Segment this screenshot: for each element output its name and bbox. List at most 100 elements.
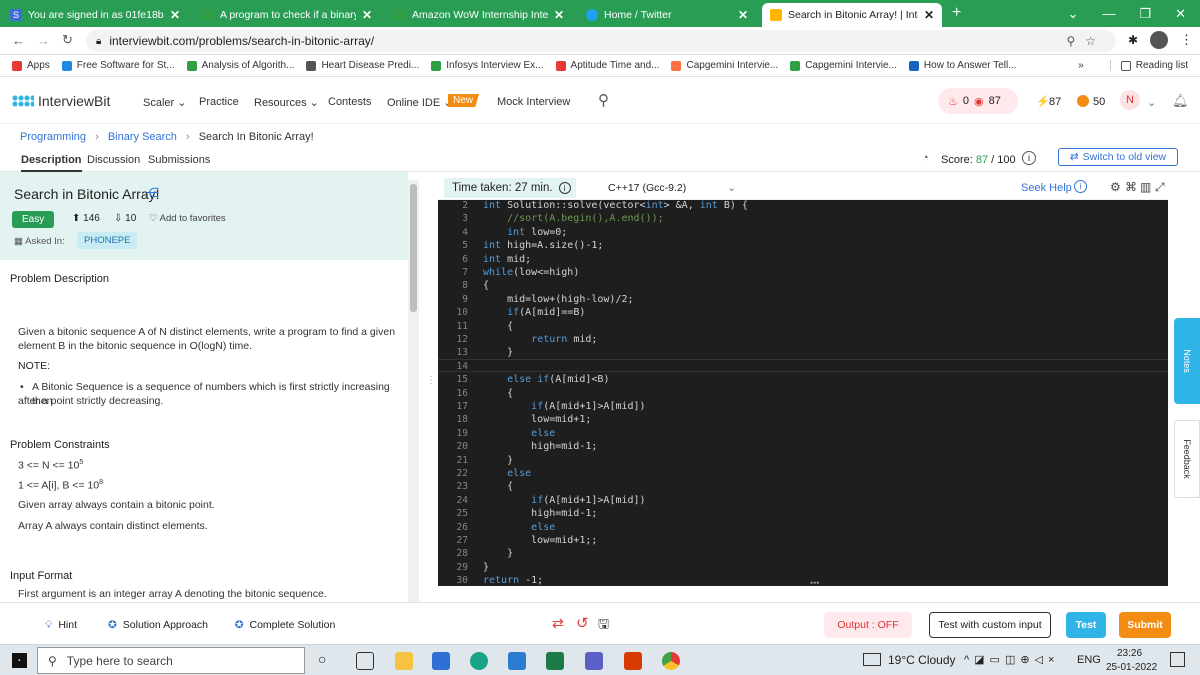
favorite-button[interactable]: ♡ Add to favorites [149, 213, 226, 224]
close-icon[interactable]: ✕ [170, 8, 180, 22]
code-line[interactable]: else [483, 468, 531, 479]
menu-icon[interactable]: ⋮ [1180, 32, 1193, 48]
notes-tab[interactable]: Notes [1174, 318, 1200, 404]
nav-contests[interactable]: Contests [328, 96, 371, 108]
notification-icon[interactable] [1170, 652, 1185, 667]
close-icon[interactable]: ✕ [362, 8, 372, 22]
drag-handle-icon[interactable]: ⋮ [426, 376, 436, 386]
bookmark[interactable]: Capgemini Intervie... [671, 60, 778, 71]
logo[interactable]: InterviewBit [12, 93, 110, 109]
seek-help-button[interactable]: Seek Help [1021, 182, 1072, 194]
extensions-icon[interactable]: ✱ [1128, 33, 1138, 47]
taskbar-search[interactable]: ⚲ Type here to search [37, 647, 305, 674]
layout-icon[interactable]: ▥ [1140, 180, 1151, 194]
bookmark[interactable]: Analysis of Algorith... [186, 60, 294, 71]
solution-approach-button[interactable]: ✪ Solution Approach [102, 612, 214, 638]
search-icon[interactable]: ⚲ [598, 91, 609, 109]
code-line[interactable]: if(A[mid+1]>A[mid]) [483, 495, 645, 506]
breadcrumb-programming[interactable]: Programming [20, 131, 86, 143]
close-icon[interactable]: ✕ [738, 8, 748, 22]
upvote-button[interactable]: ⬆ 146 [72, 213, 100, 224]
code-line[interactable]: int Solution::solve(vector<int> &A, int … [483, 200, 748, 211]
code-line[interactable]: low=mid+1;; [483, 535, 597, 546]
minimize-icon[interactable]: — [1102, 6, 1115, 21]
close-window-icon[interactable]: ✕ [1175, 6, 1186, 22]
code-line[interactable]: } [483, 548, 513, 559]
scrollbar-thumb[interactable] [410, 184, 417, 312]
feedback-tab[interactable]: Feedback [1174, 420, 1200, 498]
restore-icon[interactable]: ❐ [1139, 6, 1151, 22]
code-line[interactable]: { [483, 280, 489, 291]
browser-tab[interactable]: Amazon WoW Internship Intervie... ✕ [386, 3, 572, 27]
search-icon[interactable]: ⚲☆ [1066, 34, 1106, 48]
info-icon[interactable]: i [1022, 151, 1036, 165]
code-line[interactable]: mid=low+(high-low)/2; [483, 294, 633, 305]
bookmarks-more-icon[interactable]: » [1078, 60, 1084, 71]
code-line[interactable]: } [483, 347, 513, 358]
close-icon[interactable]: ✕ [924, 8, 934, 22]
switch-view-button[interactable]: ⇄ Switch to old view [1058, 148, 1178, 166]
custom-input-button[interactable]: Test with custom input [929, 612, 1051, 638]
fullscreen-icon[interactable]: ⤢ [1155, 180, 1165, 195]
cortana-icon[interactable]: ○ [318, 651, 326, 667]
office-icon[interactable] [624, 652, 642, 670]
file-explorer-icon[interactable] [395, 652, 413, 670]
user-avatar[interactable]: N [1120, 90, 1140, 110]
output-toggle[interactable]: Output : OFF [824, 612, 912, 638]
back-icon[interactable]: ← [12, 33, 25, 48]
streak-widget[interactable]: ♨ 0 ◉ 87 [938, 88, 1018, 114]
code-line[interactable]: int low=0; [483, 227, 567, 238]
browser-tab[interactable]: S You are signed in as 01fe18bcs1... ✕ [2, 3, 188, 27]
submit-button[interactable]: Submit [1119, 612, 1171, 638]
settings-icon[interactable]: ⚙ [1110, 180, 1121, 194]
weather-text[interactable]: 19°C Cloudy [888, 653, 956, 667]
language-indicator[interactable]: ENG [1077, 654, 1101, 666]
code-line[interactable]: { [483, 481, 513, 492]
new-tab-button[interactable]: + [952, 4, 961, 22]
info-icon[interactable]: i [558, 182, 571, 194]
command-icon[interactable]: ⌘ [1125, 180, 1137, 194]
browser-tab-active[interactable]: Search in Bitonic Array! | Intervie... ✕ [762, 3, 942, 27]
bookmark[interactable]: How to Answer Tell... [908, 60, 1017, 71]
task-view-icon[interactable] [356, 652, 374, 670]
code-line[interactable]: else [483, 428, 555, 439]
downvote-button[interactable]: ⇩ 10 [114, 213, 136, 224]
tab-submissions[interactable]: Submissions [148, 154, 210, 166]
code-editor[interactable]: Time taken: 27 min. i C++17 (Gcc-9.2) ⌄ … [438, 176, 1168, 586]
profile-avatar[interactable] [1150, 31, 1168, 49]
code-line[interactable]: int mid; [483, 254, 531, 265]
reading-list[interactable]: Reading list [1109, 60, 1188, 71]
teams-icon[interactable] [585, 652, 603, 670]
code-line[interactable]: return mid; [483, 334, 597, 345]
reload-icon[interactable]: ↻ [62, 32, 73, 48]
code-line[interactable]: } [483, 455, 513, 466]
bell-icon[interactable]: 🔔︎ [1172, 93, 1189, 109]
language-select[interactable]: C++17 (Gcc-9.2) ⌄ [608, 182, 736, 194]
code-line[interactable]: { [483, 321, 513, 332]
reset-icon[interactable]: ↺ [576, 614, 589, 632]
mail-icon[interactable] [432, 652, 450, 670]
chevron-down-icon[interactable]: ⌄ [1068, 6, 1079, 22]
windows-start-icon[interactable] [12, 653, 27, 668]
code-line[interactable]: else if(A[mid]<B) [483, 374, 609, 385]
sync-icon[interactable]: ⇄ [552, 615, 564, 632]
browser-tab[interactable]: A program to check if a binary tr... ✕ [194, 3, 380, 27]
clock-time[interactable]: 23:26 [1117, 648, 1142, 659]
pycharm-icon[interactable] [546, 652, 564, 670]
bookmark[interactable]: Aptitude Time and... [555, 60, 659, 71]
code-line[interactable]: high=mid-1; [483, 441, 597, 452]
nav-online-ide[interactable]: Online IDE ⌄ [387, 96, 452, 109]
bookmark[interactable]: Free Software for St... [61, 60, 175, 71]
share-icon[interactable]: ⋲ [146, 185, 159, 201]
test-button[interactable]: Test [1066, 612, 1106, 638]
code-line[interactable]: { [483, 388, 513, 399]
code-line[interactable]: else [483, 522, 555, 533]
chrome-icon[interactable] [662, 652, 680, 670]
code-line[interactable]: //sort(A.begin(),A.end()); [483, 213, 664, 224]
bookmark-apps[interactable]: Apps [12, 60, 50, 71]
tab-description[interactable]: Description [21, 154, 82, 172]
nav-scaler[interactable]: Scaler ⌄ [143, 96, 186, 109]
close-icon[interactable]: ✕ [554, 8, 564, 22]
code-line[interactable]: if(A[mid+1]>A[mid]) [483, 401, 645, 412]
code-line[interactable]: high=mid-1; [483, 508, 597, 519]
